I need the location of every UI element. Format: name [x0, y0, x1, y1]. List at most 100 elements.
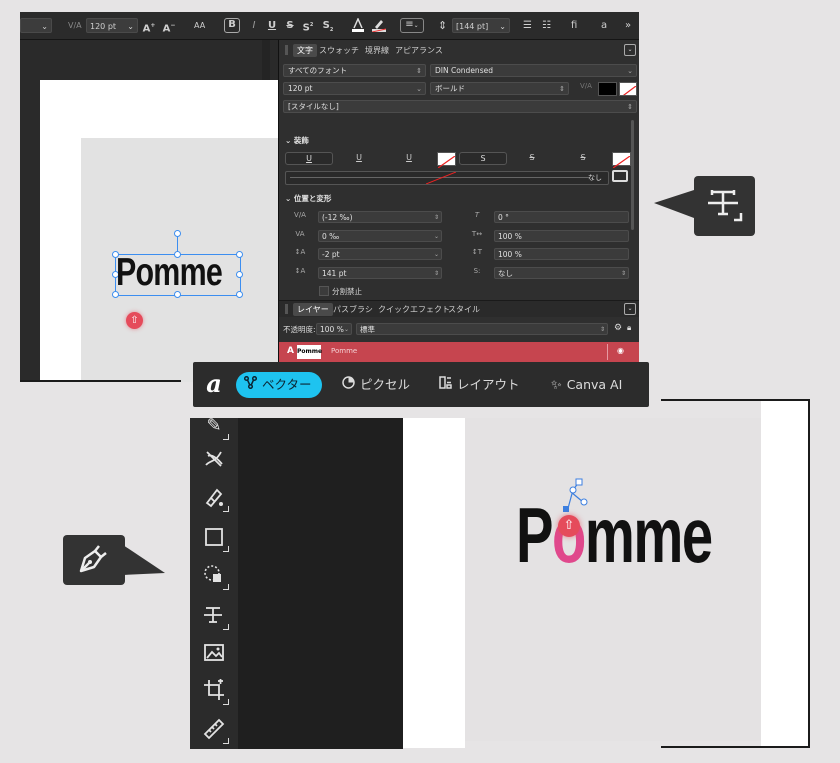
- text-fill-swatch[interactable]: [598, 82, 617, 96]
- rectangle-icon[interactable]: [202, 526, 229, 552]
- layer-divider: [607, 344, 608, 360]
- shear-field[interactable]: なし ⇕: [494, 267, 629, 279]
- text-tool-icon[interactable]: [202, 604, 229, 630]
- toolbar-font-dropdown[interactable]: ⌄: [20, 18, 52, 33]
- strike-double-button[interactable]: S: [515, 152, 549, 165]
- tab-character[interactable]: 文字: [293, 44, 317, 57]
- tracking-value: (-12 ‰): [322, 213, 353, 222]
- tab-appearance[interactable]: アピアランス: [391, 44, 447, 57]
- visibility-eye-icon[interactable]: ◉: [617, 346, 624, 355]
- horizontal-scale-field[interactable]: 100 %: [494, 230, 629, 242]
- pen-tool-large-icon: [75, 541, 111, 577]
- align-dropdown[interactable]: ≡⌄: [400, 18, 424, 33]
- tab-path-brush[interactable]: パスブラシ: [329, 303, 377, 316]
- panel-grip[interactable]: [285, 45, 288, 55]
- mode-layout-label: レイアウト: [457, 377, 520, 392]
- underline-color-swatch[interactable]: [437, 152, 456, 169]
- grow-font-button[interactable]: A+: [141, 18, 157, 34]
- case-button[interactable]: AA: [194, 18, 205, 33]
- ruler-icon[interactable]: [202, 718, 229, 744]
- text-color-icon[interactable]: [352, 17, 364, 32]
- handle-tr[interactable]: [236, 251, 243, 258]
- lock-icon[interactable]: 🔒︎: [627, 323, 631, 333]
- panel-scrollbar[interactable]: [631, 120, 634, 230]
- tab-swatches[interactable]: スウォッチ: [315, 44, 363, 57]
- decoration-heading[interactable]: ⌄ 装飾: [285, 135, 309, 146]
- panel-collapse-button[interactable]: ⌄: [624, 44, 636, 56]
- superscript-button[interactable]: S2: [300, 18, 316, 33]
- glyph-button[interactable]: a: [601, 18, 607, 33]
- baseline-field[interactable]: -2 pt ⌄: [318, 248, 442, 260]
- pencil-icon[interactable]: ✎: [202, 414, 229, 440]
- kerning-field[interactable]: 0 ‰ ⌄: [318, 230, 442, 242]
- highlight-color-icon[interactable]: [371, 18, 387, 33]
- strike-single-button[interactable]: S: [459, 152, 507, 165]
- font-weight-select[interactable]: ボールド ⇕: [430, 82, 569, 95]
- bold-button[interactable]: B: [224, 18, 240, 33]
- text-stroke-swatch[interactable]: [619, 82, 637, 96]
- blend-mode-select[interactable]: 標準 ⇕: [356, 323, 608, 335]
- mode-vector-label: ベクター: [262, 377, 312, 392]
- italic-button[interactable]: I: [246, 18, 262, 33]
- tracking-field[interactable]: (-12 ‰) ⇕: [318, 211, 442, 223]
- decoration-style-icon[interactable]: [612, 170, 628, 182]
- strike-color-swatch[interactable]: [612, 152, 631, 169]
- toolbar-overflow-button[interactable]: »: [625, 18, 631, 33]
- sparkle-icon: ✨︎: [551, 378, 562, 393]
- font-family-select[interactable]: DIN Condensed ⌄: [430, 64, 637, 77]
- font-collection-select[interactable]: すべてのフォント ⇕: [283, 64, 426, 77]
- skew-field[interactable]: 0 °: [494, 211, 629, 223]
- subscript-button[interactable]: S2: [320, 18, 336, 33]
- handle-br[interactable]: [236, 291, 243, 298]
- mode-layout[interactable]: レイアウト: [431, 372, 530, 398]
- underline-custom-button[interactable]: U: [392, 152, 426, 165]
- layers-grip[interactable]: [285, 304, 288, 314]
- shrink-font-button[interactable]: A−: [161, 18, 177, 34]
- underline-single-button[interactable]: U: [285, 152, 333, 165]
- style-select[interactable]: [スタイルなし] ⇕: [283, 100, 637, 113]
- decoration-heading-label: 装飾: [293, 136, 309, 145]
- transform-heading[interactable]: ⌄ 位置と変形: [285, 193, 331, 204]
- no-break-checkbox[interactable]: [319, 286, 329, 296]
- tab-layers[interactable]: レイヤー: [293, 303, 333, 316]
- numbered-list-icon[interactable]: ☷: [542, 18, 551, 33]
- layers-collapse-button[interactable]: ⌄: [624, 303, 636, 315]
- opacity-field[interactable]: 100 % ⌄: [316, 323, 352, 335]
- font-weight-value: ボールド: [435, 84, 465, 93]
- vertical-scale-field[interactable]: 100 %: [494, 248, 629, 260]
- underline-double-button[interactable]: U: [342, 152, 376, 165]
- mode-pixel[interactable]: ピクセル: [334, 372, 420, 398]
- fill-icon[interactable]: [202, 486, 229, 512]
- font-size-select[interactable]: 120 pt ⌄: [283, 82, 426, 95]
- strikethrough-button[interactable]: S: [282, 18, 298, 33]
- decoration-slider[interactable]: なし: [285, 171, 609, 185]
- mode-vector[interactable]: ベクター: [236, 372, 322, 398]
- overflow-warning-large-icon[interactable]: ⇧: [558, 515, 580, 537]
- leading-field[interactable]: 141 pt ⇕: [318, 267, 442, 279]
- tab-styles[interactable]: スタイル: [444, 303, 484, 316]
- rotate-handle[interactable]: [174, 230, 181, 237]
- bullet-list-icon[interactable]: ☰: [523, 18, 532, 33]
- tab-stroke[interactable]: 境界線: [361, 44, 393, 57]
- selection-icon[interactable]: [202, 564, 229, 590]
- font-size-field[interactable]: 120 pt ⌄: [86, 18, 138, 33]
- underline-button[interactable]: U: [264, 18, 280, 33]
- layer-settings-gear-icon[interactable]: ⚙: [614, 323, 622, 333]
- canvas-text-pomme[interactable]: Pomme: [116, 253, 223, 293]
- bottom-page-grey[interactable]: [465, 418, 761, 741]
- overflow-warning-icon[interactable]: ⇧: [126, 312, 143, 329]
- paint-brush-icon[interactable]: [202, 448, 226, 472]
- ligature-button[interactable]: fi: [571, 18, 577, 33]
- crop-icon[interactable]: [202, 679, 229, 705]
- handle-mr[interactable]: [236, 271, 243, 278]
- glyph-mme: mme: [584, 491, 713, 579]
- image-icon[interactable]: [202, 642, 226, 666]
- layer-row-pomme[interactable]: A Pomme Pomme ◉: [279, 342, 639, 362]
- strike-custom-button[interactable]: S: [566, 152, 600, 165]
- tab-quick-effects[interactable]: クイックエフェクト: [374, 303, 454, 316]
- canvas-text-pomme-large[interactable]: Pomme: [516, 495, 713, 575]
- node-handles[interactable]: [555, 478, 595, 518]
- mode-canva-ai[interactable]: ✨︎ Canva AI: [543, 372, 632, 398]
- line-height-field[interactable]: [144 pt] ⌄: [452, 18, 510, 33]
- bottom-page-white: [403, 418, 465, 748]
